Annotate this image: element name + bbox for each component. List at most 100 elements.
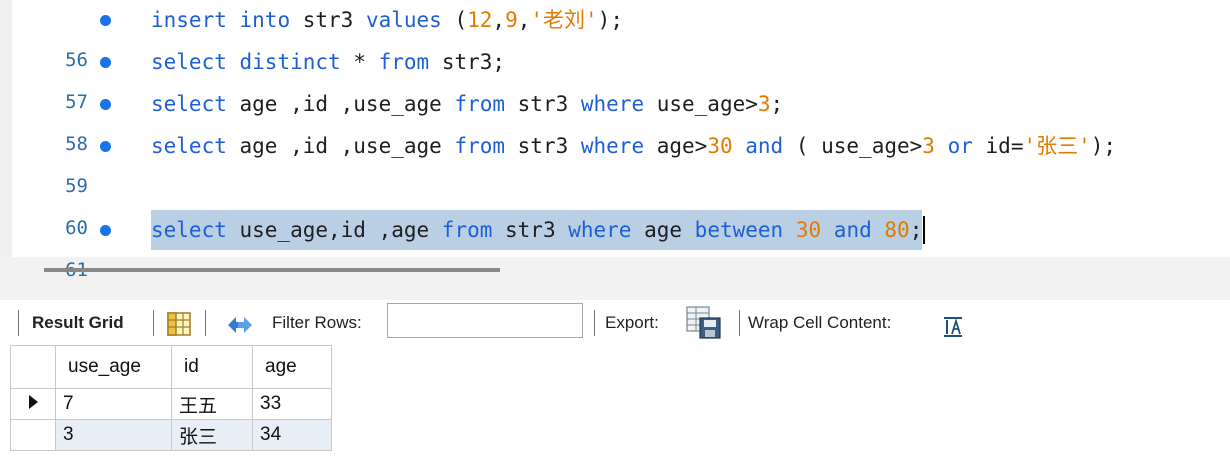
panel-splitter-handle[interactable] [44,268,500,272]
result-table: use_age id age 7 王五 33 3 张三 34 [10,345,332,451]
code-token: ( use_age> [783,134,923,158]
code-token: '张三' [1023,134,1091,158]
code-token: id= [972,134,1024,158]
code-token: from [454,134,506,158]
export-icon[interactable] [686,306,722,340]
toolbar-separator [205,310,206,336]
code-token: select [151,50,227,74]
current-row-marker[interactable] [10,388,56,420]
wrap-text-icon[interactable] [941,311,965,337]
table-header-row: use_age id age [10,345,332,389]
code-token: use_age,id ,age [226,218,442,242]
code-token: ); [597,8,623,32]
sql-editor[interactable]: 56 insert into str3 values (12,9,'老刘'); … [0,0,1230,281]
statement-marker-icon [100,15,111,26]
toolbar-separator [594,310,595,336]
table-cell[interactable]: 34 [252,419,332,451]
code-token: str3 [505,92,581,116]
code-token: age> [644,134,708,158]
code-text[interactable]: select distinct * from str3; [151,42,505,82]
table-cell[interactable]: 张三 [171,419,253,451]
code-token: 3 [757,92,771,116]
code-line-59[interactable]: 59 select age ,id ,use_age from str3 whe… [12,126,1230,197]
refresh-icon[interactable] [224,310,256,336]
code-text[interactable]: insert into str3 values (12,9,'老刘'); [151,0,623,40]
table-cell[interactable]: 3 [55,419,172,451]
code-token: where [580,134,645,158]
code-token: select [151,218,227,242]
code-token: str3 [505,134,581,158]
wrap-cell-content-label: Wrap Cell Content: [748,313,892,332]
code-token: from [454,92,506,116]
row-pointer-icon [28,395,38,409]
export-label: Export: [605,313,659,332]
code-token: use_age> [644,92,758,116]
code-token: str3 [290,8,366,32]
code-token: into [239,8,291,32]
code-token: select [151,92,227,116]
statement-marker-icon [100,225,111,236]
statement-marker-icon [100,99,111,110]
code-text[interactable]: select age ,id ,use_age from str3 where … [151,126,1116,166]
row-header-corner[interactable] [10,345,56,389]
editor-gutter [0,0,12,257]
table-cell[interactable]: 7 [55,388,172,420]
code-line-61[interactable]: 61 select use_age,id ,age from str3 wher… [12,210,1230,281]
result-grid: use_age id age 7 王五 33 3 张三 34 [0,345,1230,469]
code-token: 9 [505,8,518,32]
code-token: values [365,8,442,32]
grid-form-icon[interactable] [166,309,192,336]
table-cell[interactable]: 33 [252,388,332,420]
code-token: * [340,50,379,74]
column-header-id[interactable]: id [171,345,253,389]
toolbar-separator [739,310,740,336]
code-token: and [833,218,872,242]
code-token: ; [770,92,784,116]
code-token: ; [909,218,923,242]
result-grid-tab[interactable]: Result Grid [32,300,124,345]
code-token: where [568,218,632,242]
statement-marker-icon [100,57,111,68]
filter-rows-label: Filter Rows: [272,313,362,332]
text-caret [923,216,925,244]
code-line-58[interactable]: 58 select age ,id ,use_age from str3 whe… [12,84,1230,155]
code-token: insert [151,8,227,32]
code-line-60[interactable]: 60 [12,168,1230,239]
column-header-use-age[interactable]: use_age [55,345,172,389]
code-token: '老刘' [530,8,598,32]
statement-marker-icon [100,141,111,152]
code-text-selected[interactable]: select use_age,id ,age from str3 where a… [151,210,923,250]
toolbar-separator [18,310,19,336]
code-token: , [492,8,506,32]
table-row[interactable]: 3 张三 34 [10,419,332,451]
row-marker[interactable] [10,419,56,451]
code-token: select [151,134,227,158]
table-cell[interactable]: 王五 [171,388,253,420]
code-token: from [441,218,493,242]
code-token: from [378,50,430,74]
table-row[interactable]: 7 王五 33 [10,388,332,420]
code-token: ( [441,8,468,32]
filter-rows-input[interactable] [387,303,583,338]
code-token: age ,id ,use_age [226,134,455,158]
code-token: and [745,134,784,158]
result-toolbar: Result Grid Filter Rows: Export: Wrap Ce… [0,300,1230,345]
code-line-57[interactable]: 57 select distinct * from str3; [12,42,1230,113]
code-token: str3; [429,50,506,74]
code-token: , [517,8,531,32]
code-token: or [947,134,973,158]
column-header-age[interactable]: age [252,345,332,389]
code-token: 80 [884,218,910,242]
code-line-56[interactable]: 56 insert into str3 values (12,9,'老刘'); [12,0,1230,71]
code-token: distinct [239,50,341,74]
code-text[interactable]: select age ,id ,use_age from str3 where … [151,84,783,124]
code-token: 30 [707,134,733,158]
code-token: between [694,218,784,242]
